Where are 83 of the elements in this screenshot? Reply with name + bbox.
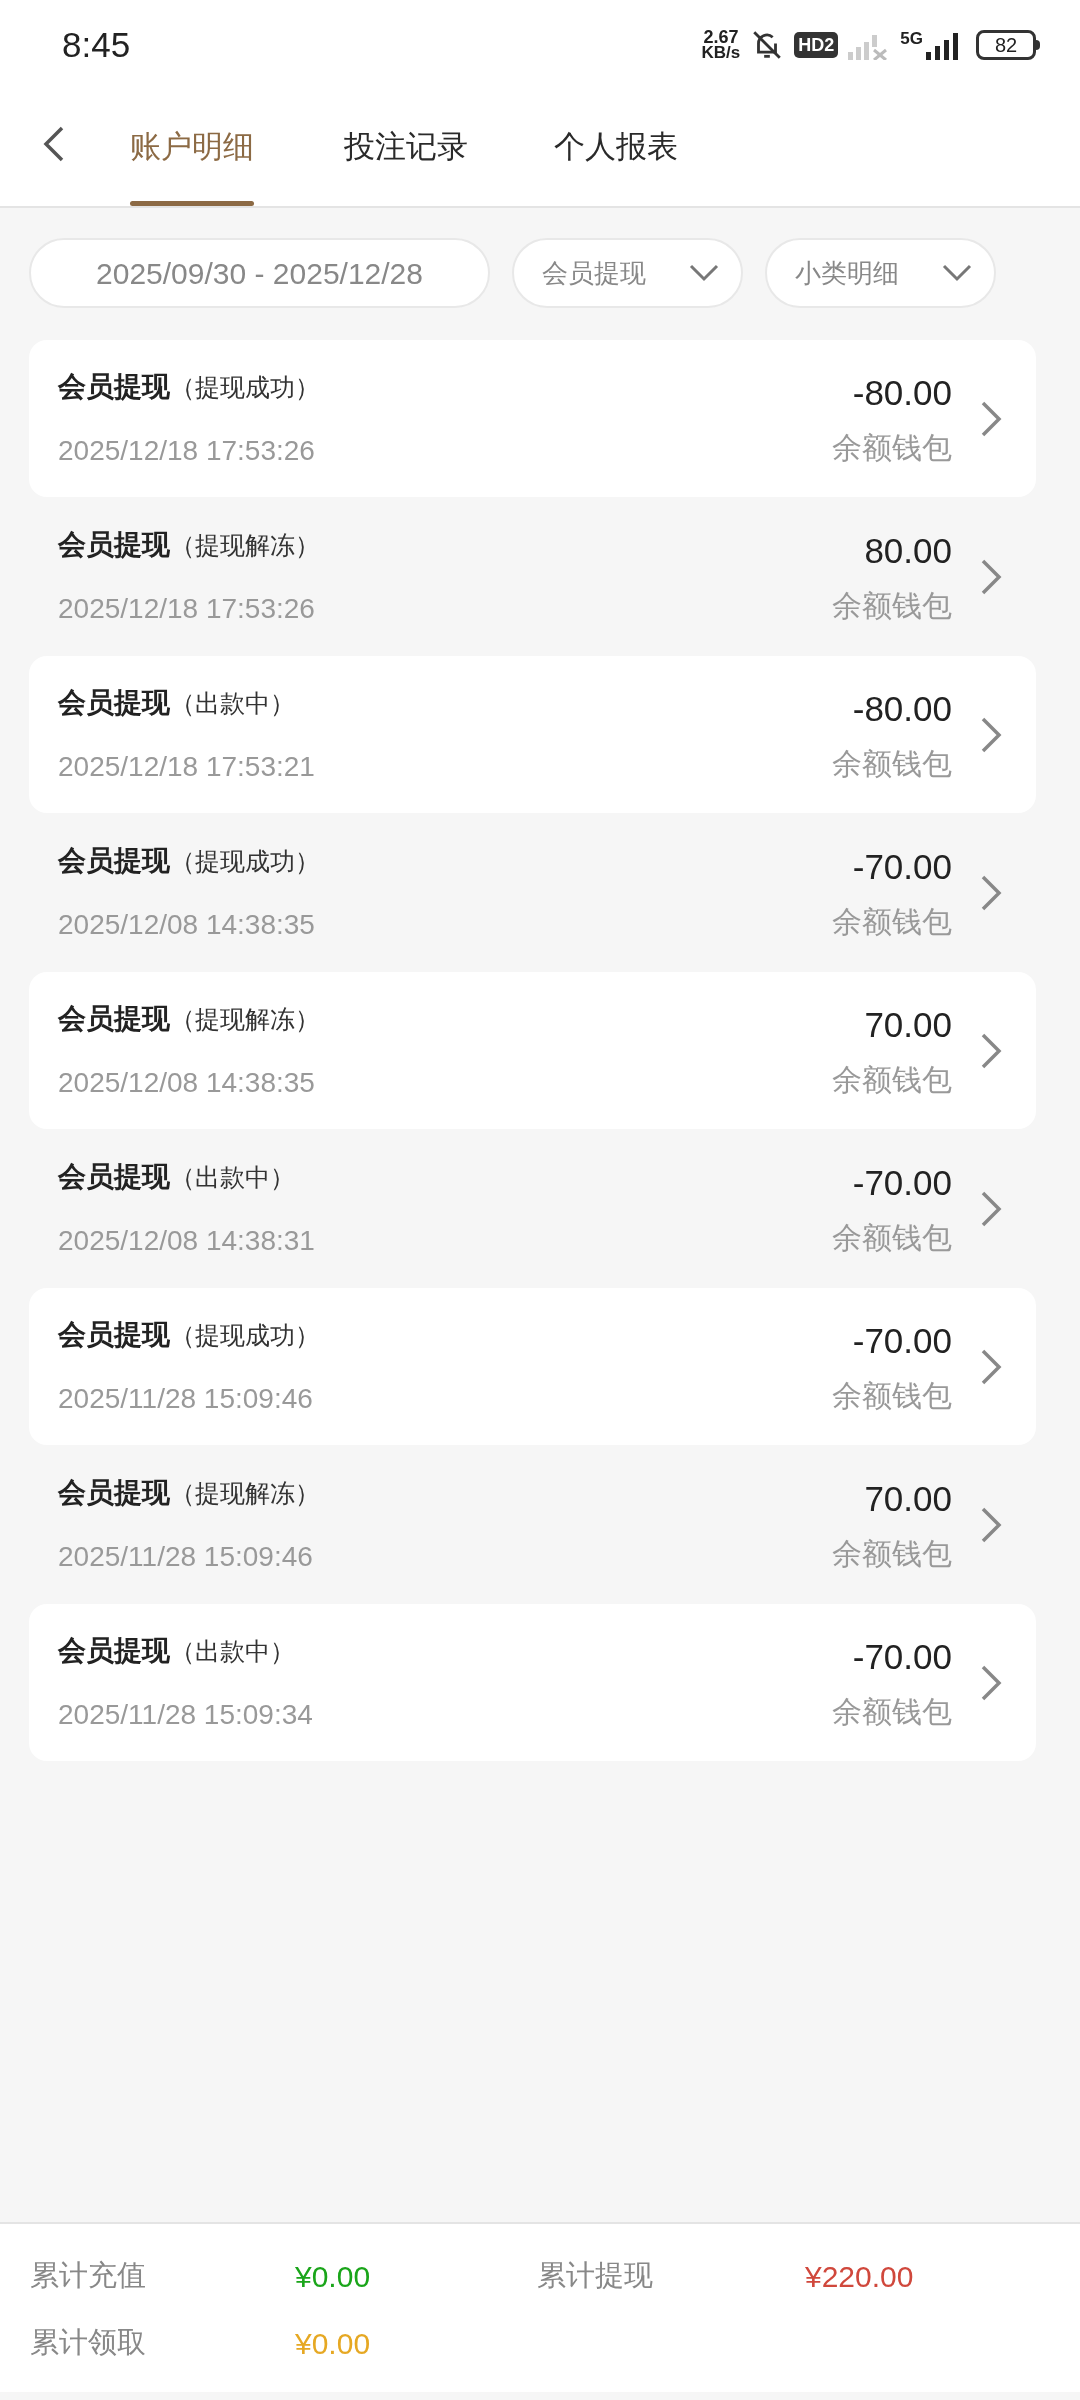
record-status: （提现成功） (170, 845, 320, 877)
back-icon[interactable] (42, 124, 66, 164)
record-title: 会员提现 (58, 1633, 170, 1668)
wallet-label: 余额钱包 (832, 746, 952, 783)
summary-label: 累计充值 (30, 2258, 147, 2293)
summary-label: 累计提现 (537, 2258, 654, 2293)
tab[interactable]: 账户明细 (130, 88, 254, 206)
chevron-right-icon (980, 1663, 1002, 1702)
record-amount: 70.00 (864, 1003, 952, 1046)
wallet-label: 余额钱包 (832, 1062, 952, 1099)
record-title: 会员提现 (58, 1159, 170, 1194)
record-status: （出款中） (170, 1161, 295, 1193)
wallet-label: 余额钱包 (832, 1536, 952, 1573)
record-time: 2025/12/18 17:53:26 (58, 591, 316, 626)
network-type: 5G (900, 30, 923, 48)
dropdown[interactable]: 会员提现 (512, 238, 743, 308)
wallet-label: 余额钱包 (832, 1694, 952, 1731)
record-status: （提现成功） (170, 1319, 320, 1351)
record-amount: 80.00 (864, 529, 952, 572)
record-row[interactable]: 会员提现（提现解冻） 2025/12/18 17:53:26 80.00 余额钱包 (29, 498, 1036, 655)
record-time: 2025/12/18 17:53:26 (58, 433, 316, 468)
record-amount: -70.00 (852, 1635, 952, 1678)
tab[interactable]: 个人报表 (554, 88, 678, 206)
record-row[interactable]: 会员提现（出款中） 2025/12/08 14:38:31 -70.00 余额钱包 (29, 1130, 1036, 1287)
wallet-label: 余额钱包 (832, 1220, 952, 1257)
record-time: 2025/11/28 15:09:34 (58, 1697, 314, 1732)
tab[interactable]: 投注记录 (344, 88, 468, 206)
record-card[interactable]: 会员提现（提现成功） 2025/11/28 15:09:46 -70.00 余额钱包 (29, 1288, 1036, 1445)
record-status: （提现成功） (170, 371, 320, 403)
record-amount: -80.00 (852, 687, 952, 730)
battery-indicator: 82 (976, 30, 1036, 60)
record-time: 2025/11/28 15:09:46 (58, 1381, 314, 1416)
chevron-down-icon (942, 264, 972, 282)
record-amount: -70.00 (852, 845, 952, 888)
record-amount: -70.00 (852, 1319, 952, 1362)
record-status: （提现解冻） (170, 529, 320, 561)
record-time: 2025/12/08 14:38:35 (58, 1065, 316, 1100)
wallet-label: 余额钱包 (832, 1378, 952, 1415)
record-title: 会员提现 (58, 369, 170, 404)
chevron-right-icon (980, 715, 1002, 754)
record-status: （提现解冻） (170, 1477, 320, 1509)
wallet-label: 余额钱包 (832, 430, 952, 467)
wallet-label: 余额钱包 (832, 588, 952, 625)
chevron-right-icon (980, 1347, 1002, 1386)
status-time: 8:45 (62, 23, 131, 66)
chevron-down-icon (689, 264, 719, 282)
record-row[interactable]: 会员提现（提现解冻） 2025/11/28 15:09:46 70.00 余额钱包 (29, 1446, 1036, 1603)
record-title: 会员提现 (58, 843, 170, 878)
wallet-label: 余额钱包 (832, 904, 952, 941)
record-status: （提现解冻） (170, 1003, 320, 1035)
record-status: （出款中） (170, 687, 295, 719)
record-time: 2025/12/08 14:38:35 (58, 907, 316, 942)
chevron-right-icon (980, 557, 1002, 596)
record-card[interactable]: 会员提现（出款中） 2025/12/18 17:53:21 -80.00 余额钱包 (29, 656, 1036, 813)
record-time: 2025/11/28 15:09:46 (58, 1539, 314, 1574)
summary-value: ¥0.00 (295, 2326, 372, 2362)
record-amount: -80.00 (852, 371, 952, 414)
summary-value: ¥220.00 (805, 2259, 915, 2295)
record-amount: 70.00 (864, 1477, 952, 1520)
record-time: 2025/12/08 14:38:31 (58, 1223, 316, 1258)
record-card[interactable]: 会员提现（出款中） 2025/11/28 15:09:34 -70.00 余额钱包 (29, 1604, 1036, 1761)
summary-value: ¥0.00 (295, 2259, 372, 2295)
record-title: 会员提现 (58, 1317, 170, 1352)
record-amount: -70.00 (852, 1161, 952, 1204)
chevron-right-icon (980, 1031, 1002, 1070)
record-time: 2025/12/18 17:53:21 (58, 749, 316, 784)
chevron-right-icon (980, 1189, 1002, 1228)
record-title: 会员提现 (58, 1001, 170, 1036)
summary-label: 累计领取 (30, 2325, 147, 2360)
record-card[interactable]: 会员提现（提现成功） 2025/12/18 17:53:26 -80.00 余额钱包 (29, 340, 1036, 497)
date-range-field[interactable]: 2025/09/30 - 2025/12/28 (29, 238, 490, 308)
record-status: （出款中） (170, 1635, 295, 1667)
chevron-right-icon (980, 873, 1002, 912)
network-speed: 2.67 KB/s (701, 29, 741, 61)
record-title: 会员提现 (58, 527, 170, 562)
hd-badge: HD2 (794, 32, 839, 58)
record-title: 会员提现 (58, 1475, 170, 1510)
record-title: 会员提现 (58, 685, 170, 720)
record-card[interactable]: 会员提现（提现解冻） 2025/12/08 14:38:35 70.00 余额钱包 (29, 972, 1036, 1129)
chevron-right-icon (980, 1505, 1002, 1544)
chevron-right-icon (980, 399, 1002, 438)
dropdown[interactable]: 小类明细 (765, 238, 996, 308)
record-row[interactable]: 会员提现（提现成功） 2025/12/08 14:38:35 -70.00 余额钱包 (29, 814, 1036, 971)
